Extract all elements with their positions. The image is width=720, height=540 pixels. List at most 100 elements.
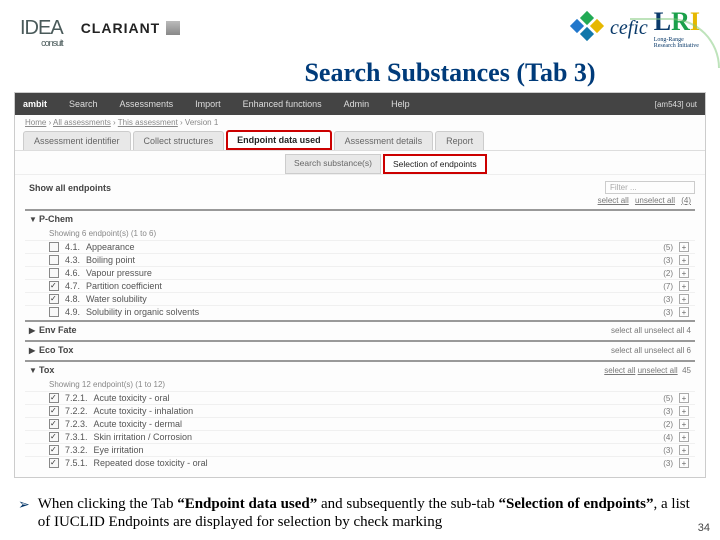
crumb-all[interactable]: All assessments: [53, 118, 111, 127]
row-checkbox[interactable]: [49, 419, 59, 429]
section-head-pchem[interactable]: ▼ P-Chem: [25, 211, 695, 227]
endpoint-row[interactable]: 4.8.Water solubility(3)+: [25, 292, 695, 305]
collapse-icon[interactable]: ▼: [29, 215, 39, 224]
section-head-ecotox[interactable]: ▶ Eco Tox select all unselect all 6: [25, 342, 695, 358]
subtab-selection-endpoints[interactable]: Selection of endpoints: [383, 154, 487, 174]
collapse-icon[interactable]: ▼: [29, 366, 39, 375]
crumb-this[interactable]: This assessment: [118, 118, 178, 127]
row-code: 4.6.: [65, 268, 80, 278]
row-checkbox[interactable]: [49, 268, 59, 278]
expand-icon[interactable]: ▶: [29, 326, 39, 335]
row-checkbox[interactable]: [49, 242, 59, 252]
endpoint-row[interactable]: 7.5.1.Repeated dose toxicity - oral(3)+: [25, 456, 695, 469]
endpoint-row[interactable]: 4.1.Appearance(5)+: [25, 240, 695, 253]
expand-row-icon[interactable]: +: [679, 281, 689, 291]
endpoint-row[interactable]: 4.3.Boiling point(3)+: [25, 253, 695, 266]
row-checkbox[interactable]: [49, 445, 59, 455]
endpoint-row[interactable]: 7.3.1.Skin irritation / Corrosion(4)+: [25, 430, 695, 443]
select-links: select all unselect all (4): [15, 196, 705, 207]
tab-assessment-details[interactable]: Assessment details: [334, 131, 434, 150]
filter-input[interactable]: Filter ...: [605, 181, 695, 194]
row-checkbox[interactable]: [49, 406, 59, 416]
row-count: (4): [663, 433, 673, 442]
row-code: 7.5.1.: [65, 458, 88, 468]
show-all-endpoints[interactable]: Show all endpoints: [25, 183, 111, 193]
row-code: 4.3.: [65, 255, 80, 265]
section-ecotox: ▶ Eco Tox select all unselect all 6: [25, 340, 695, 358]
expand-row-icon[interactable]: +: [679, 445, 689, 455]
hex-cluster-icon: [570, 13, 604, 43]
menu-help[interactable]: Help: [391, 99, 410, 109]
row-label: Acute toxicity - oral: [94, 393, 170, 403]
select-count: (4): [681, 196, 691, 205]
endpoint-row[interactable]: 7.2.3.Acute toxicity - dermal(2)+: [25, 417, 695, 430]
section-right: select all unselect all 6: [611, 346, 691, 355]
row-checkbox[interactable]: [49, 432, 59, 442]
menu-admin[interactable]: Admin: [344, 99, 370, 109]
row-count: (7): [663, 282, 673, 291]
row-code: 7.2.2.: [65, 406, 88, 416]
endpoint-row[interactable]: 4.9.Solubility in organic solvents(3)+: [25, 305, 695, 318]
row-checkbox[interactable]: [49, 393, 59, 403]
expand-row-icon[interactable]: +: [679, 458, 689, 468]
expand-row-icon[interactable]: +: [679, 242, 689, 252]
select-all-link[interactable]: select all: [598, 196, 629, 205]
row-count: (3): [663, 308, 673, 317]
row-count: (5): [663, 394, 673, 403]
row-count: (2): [663, 420, 673, 429]
expand-row-icon[interactable]: +: [679, 432, 689, 442]
tab-collect-structures[interactable]: Collect structures: [133, 131, 225, 150]
row-code: 4.1.: [65, 242, 80, 252]
header-logos: IDEA consult CLARIANT cefic LRI Long-Ran…: [0, 0, 720, 54]
row-checkbox[interactable]: [49, 458, 59, 468]
row-label: Boiling point: [86, 255, 135, 265]
expand-row-icon[interactable]: +: [679, 419, 689, 429]
menu-enhanced[interactable]: Enhanced functions: [243, 99, 322, 109]
row-checkbox[interactable]: [49, 255, 59, 265]
expand-row-icon[interactable]: +: [679, 255, 689, 265]
expand-row-icon[interactable]: +: [679, 393, 689, 403]
row-code: 4.7.: [65, 281, 80, 291]
row-code: 4.8.: [65, 294, 80, 304]
tab-assessment-identifier[interactable]: Assessment identifier: [23, 131, 131, 150]
expand-row-icon[interactable]: +: [679, 268, 689, 278]
endpoint-row[interactable]: 4.7.Partition coefficient(7)+: [25, 279, 695, 292]
bullet-icon: ➢: [18, 497, 30, 533]
unselect-all-link[interactable]: unselect all: [635, 196, 675, 205]
pchem-rows: 4.1.Appearance(5)+4.3.Boiling point(3)+4…: [25, 240, 695, 318]
endpoint-row[interactable]: 4.6.Vapour pressure(2)+: [25, 266, 695, 279]
endpoint-row[interactable]: 7.3.2.Eye irritation(3)+: [25, 443, 695, 456]
subtab-search-substance[interactable]: Search substance(s): [285, 154, 381, 174]
row-checkbox[interactable]: [49, 281, 59, 291]
user-label[interactable]: [am543] out: [655, 100, 697, 109]
crumb-home[interactable]: Home: [25, 118, 46, 127]
row-label: Solubility in organic solvents: [86, 307, 199, 317]
endpoint-row[interactable]: 7.2.2.Acute toxicity - inhalation(3)+: [25, 404, 695, 417]
row-checkbox[interactable]: [49, 307, 59, 317]
row-checkbox[interactable]: [49, 294, 59, 304]
tab-report[interactable]: Report: [435, 131, 484, 150]
section-name: P-Chem: [39, 214, 73, 224]
bullet-text: When clicking the Tab “Endpoint data use…: [38, 495, 690, 533]
menu-import[interactable]: Import: [195, 99, 221, 109]
tab-endpoint-data-used[interactable]: Endpoint data used: [226, 130, 332, 150]
row-code: 7.3.1.: [65, 432, 88, 442]
endpoint-row[interactable]: 7.2.1.Acute toxicity - oral(5)+: [25, 391, 695, 404]
crumb-version: Version 1: [185, 118, 218, 127]
section-head-envfate[interactable]: ▶ Env Fate select all unselect all 4: [25, 322, 695, 338]
section-head-tox[interactable]: ▼ Tox select all unselect all 45: [25, 362, 695, 378]
logo-group-left: IDEA consult CLARIANT: [20, 17, 180, 40]
row-count: (5): [663, 243, 673, 252]
breadcrumb: Home › All assessments › This assessment…: [15, 115, 705, 130]
expand-row-icon[interactable]: +: [679, 307, 689, 317]
section-right: select all unselect all 4: [611, 326, 691, 335]
expand-row-icon[interactable]: +: [679, 294, 689, 304]
section-envfate: ▶ Env Fate select all unselect all 4: [25, 320, 695, 338]
menu-assessments[interactable]: Assessments: [120, 99, 174, 109]
expand-icon[interactable]: ▶: [29, 346, 39, 355]
section-subhead: Showing 12 endpoint(s) (1 to 12): [25, 378, 695, 391]
expand-row-icon[interactable]: +: [679, 406, 689, 416]
row-label: Acute toxicity - inhalation: [94, 406, 194, 416]
menu-search[interactable]: Search: [69, 99, 98, 109]
idea-logo-text: IDEA: [20, 17, 63, 39]
